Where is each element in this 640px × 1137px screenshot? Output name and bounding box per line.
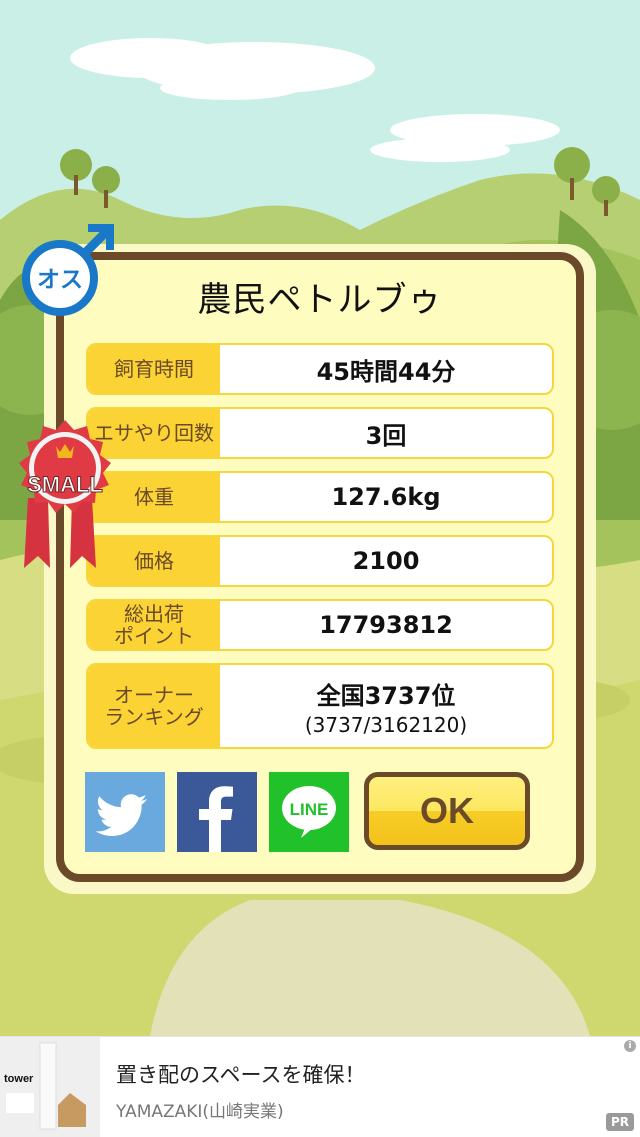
stat-row-owner-ranking: オーナー ランキング 全国3737位 (3737/3162120) xyxy=(86,663,554,749)
line-share-button[interactable]: LINE xyxy=(269,772,349,852)
male-gender-badge: オス xyxy=(22,222,116,316)
stat-value: 45時間44分 xyxy=(316,357,456,386)
ranking-detail: (3737/3162120) xyxy=(304,712,468,737)
svg-text:tower: tower xyxy=(4,1073,34,1085)
stat-value: 2100 xyxy=(352,547,420,575)
stat-label: 飼育時間 xyxy=(88,345,220,393)
svg-text:オス: オス xyxy=(37,267,83,293)
pet-name: 農民ペトルブゥ xyxy=(197,280,443,320)
svg-text:SMALL: SMALL xyxy=(27,472,103,497)
stat-row-shipment-points: 総出荷 ポイント 17793812 xyxy=(86,599,554,651)
male-symbol-icon: オス xyxy=(22,224,114,316)
stat-value: 127.6kg xyxy=(331,483,441,511)
twitter-share-button[interactable] xyxy=(85,772,165,852)
small-size-ribbon: SMALL xyxy=(10,418,120,574)
ad-banner[interactable]: tower 置き配のスペースを確保！ YAMAZAKI(山崎実業) i PR xyxy=(0,1036,640,1137)
stat-row-price: 価格 2100 xyxy=(86,535,554,587)
stat-label: オーナー ランキング xyxy=(88,665,220,747)
facebook-share-button[interactable] xyxy=(177,772,257,852)
ad-title[interactable]: 置き配のスペースを確保！ xyxy=(116,1059,365,1089)
stat-row-breeding-time: 飼育時間 45時間44分 xyxy=(86,343,554,395)
stat-row-weight: 体重 127.6kg xyxy=(86,471,554,523)
stat-value: 17793812 xyxy=(319,611,453,639)
svg-text:LINE: LINE xyxy=(290,800,329,819)
pr-badge: PR xyxy=(605,1113,634,1131)
stat-value: 全国3737位 xyxy=(316,681,456,710)
ok-button[interactable]: OK xyxy=(364,772,530,850)
ribbon-icon: SMALL xyxy=(19,420,111,568)
stat-row-feed-count: エサやり回数 3回 xyxy=(86,407,554,459)
stat-label: 総出荷 ポイント xyxy=(88,601,220,649)
ad-advertiser[interactable]: YAMAZAKI(山崎実業) xyxy=(116,1097,284,1122)
twitter-icon xyxy=(95,794,147,836)
ad-image[interactable]: tower xyxy=(0,1037,100,1137)
facebook-icon xyxy=(199,786,233,852)
stat-value: 3回 xyxy=(365,421,407,450)
line-icon: LINE xyxy=(282,786,336,838)
ad-info-icon[interactable]: i xyxy=(624,1040,636,1052)
